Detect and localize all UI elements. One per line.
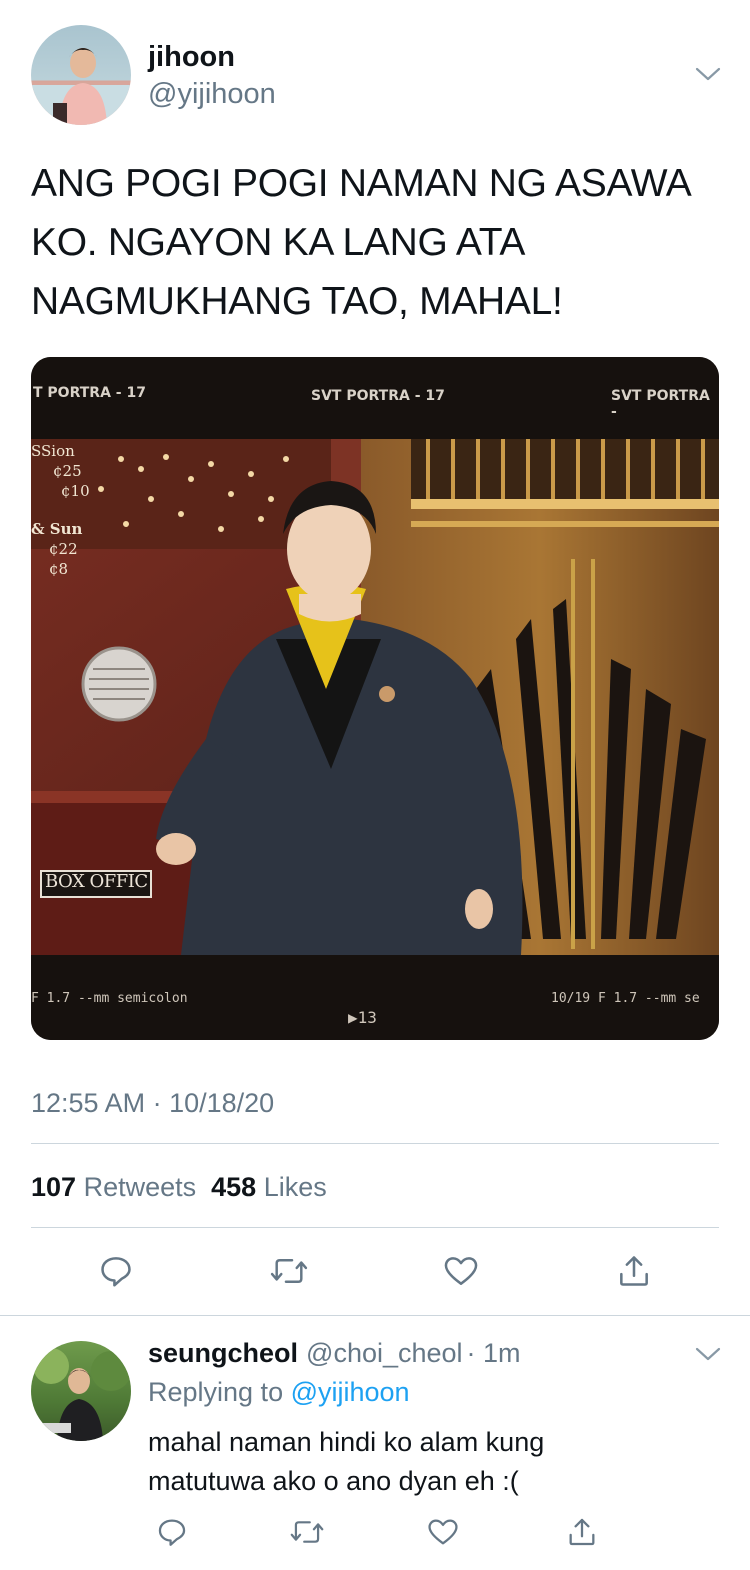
reply-author-avatar[interactable] (31, 1341, 131, 1441)
tweet-stats: 107 Retweets 458 Likes (31, 1172, 327, 1203)
author-handle[interactable]: @yijihoon (148, 78, 276, 111)
retweets-label: Retweets (83, 1172, 197, 1202)
film-label-right: SVT PORTRA - (611, 388, 710, 420)
retweet-icon (270, 1258, 308, 1283)
likes-count: 458 (211, 1172, 257, 1202)
replying-to-label: Replying to (148, 1377, 284, 1407)
tweet-text-line: KO. NGAYON KA LANG ATA (31, 221, 526, 264)
reply-share-button[interactable] (560, 1510, 604, 1554)
reply-more-button[interactable] (686, 1332, 730, 1376)
film-bottom-left: F 1.7 --mm semicolon (31, 991, 188, 1006)
reply-text-line: matutuwa ako o ano dyan eh :( (148, 1466, 519, 1496)
retweets-count: 107 (31, 1172, 77, 1202)
reply-reply-button[interactable] (150, 1510, 194, 1554)
likes-stat[interactable]: 458 Likes (211, 1172, 327, 1203)
heart-icon (428, 1519, 458, 1545)
sign-line: SSion (31, 442, 75, 460)
tweet-timestamp[interactable]: 12:55 AM · 10/18/20 (31, 1088, 274, 1119)
reply-header: seungcheol @choi_cheol · 1m (148, 1338, 521, 1369)
tweet-more-button[interactable] (686, 52, 730, 96)
sign-line: ¢22 (49, 540, 78, 558)
reply-icon (158, 1519, 186, 1546)
chevron-down-icon (695, 1347, 721, 1361)
retweet-button[interactable] (267, 1249, 311, 1293)
tweet-text-line: ANG POGI POGI NAMAN NG ASAWA (31, 162, 692, 205)
box-office-sign: BOX OFFIC (45, 871, 148, 892)
author-avatar[interactable] (31, 25, 131, 125)
reply-icon (101, 1257, 131, 1287)
share-icon (569, 1518, 595, 1546)
likes-label: Likes (263, 1172, 327, 1202)
reply-text-line: mahal naman hindi ko alam kung (148, 1427, 545, 1457)
retweet-icon (290, 1521, 324, 1543)
tweet-photo[interactable]: T PORTRA - 17 SVT PORTRA - 17 SVT PORTRA… (31, 357, 719, 1040)
reply-button[interactable] (94, 1249, 138, 1293)
author-avatar-image (31, 48, 131, 125)
section-divider (0, 1315, 750, 1316)
retweets-stat[interactable]: 107 Retweets (31, 1172, 196, 1203)
reply-time[interactable]: · 1m (467, 1338, 521, 1369)
tweet-text: ANG POGI POGI NAMAN NG ASAWA KO. NGAYON … (31, 154, 692, 331)
film-label-center: SVT PORTRA - 17 (311, 388, 445, 404)
film-bottom-right: 10/19 F 1.7 --mm se (551, 991, 700, 1006)
chevron-down-icon (695, 67, 721, 81)
author-name[interactable]: jihoon (148, 41, 235, 74)
reply-retweet-button[interactable] (285, 1510, 329, 1554)
sign-line: ¢8 (49, 560, 69, 578)
like-button[interactable] (439, 1249, 483, 1293)
divider (31, 1227, 719, 1228)
sign-line: & Sun (31, 520, 83, 538)
share-button[interactable] (612, 1249, 656, 1293)
replying-to: Replying to @yijihoon (148, 1377, 410, 1408)
sign-text: SSion ¢25 ¢10 & Sun ¢22 ¢8 (31, 441, 90, 579)
sign-line: ¢10 (61, 482, 90, 500)
replying-to-handle[interactable]: @yijihoon (291, 1377, 410, 1407)
reply-text: mahal naman hindi ko alam kung matutuwa … (148, 1423, 544, 1501)
film-bottom-center: ▶13 (348, 1008, 377, 1027)
divider (31, 1143, 719, 1144)
film-label-left: T PORTRA - 17 (33, 385, 146, 401)
reply-avatar-image (33, 1348, 131, 1441)
sign-line: ¢25 (53, 462, 82, 480)
heart-icon (444, 1257, 478, 1285)
share-icon (620, 1256, 648, 1286)
reply-author-name[interactable]: seungcheol (148, 1338, 298, 1369)
reply-author-handle[interactable]: @choi_cheol (306, 1338, 463, 1369)
tweet-text-line: NAGMUKHANG TAO, MAHAL! (31, 280, 563, 323)
reply-like-button[interactable] (421, 1510, 465, 1554)
